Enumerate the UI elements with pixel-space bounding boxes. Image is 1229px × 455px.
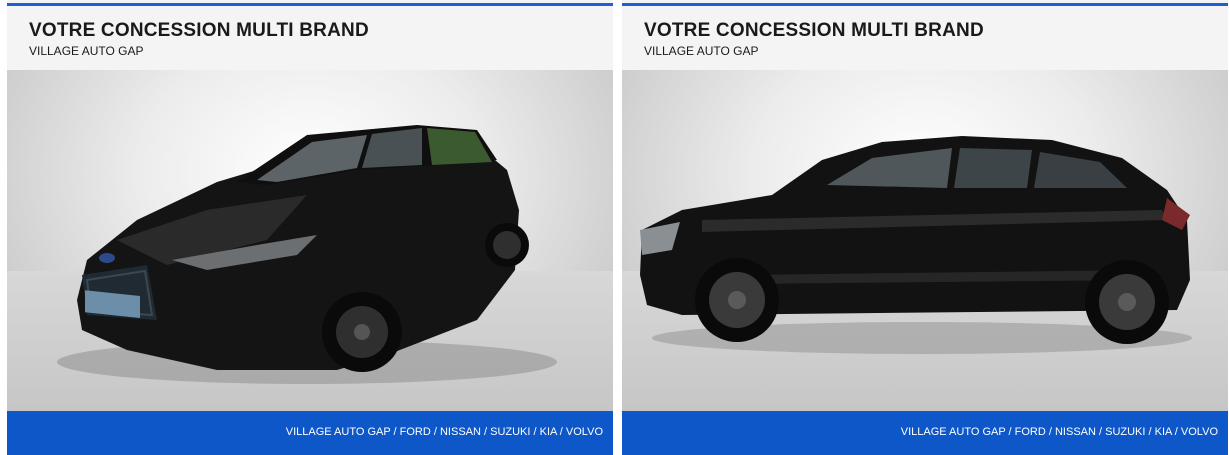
listing-card-left[interactable]: VOTRE CONCESSION MULTI BRAND VILLAGE AUT… (7, 0, 613, 455)
car-photo[interactable] (622, 70, 1228, 411)
car-side-view-icon (640, 136, 1192, 354)
car-front-three-quarter-icon (57, 125, 557, 384)
car-photo[interactable] (7, 70, 613, 411)
dealer-subtitle: VILLAGE AUTO GAP (644, 44, 759, 58)
dealer-brands-footer: VILLAGE AUTO GAP / FORD / NISSAN / SUZUK… (7, 411, 613, 455)
dealer-title: VOTRE CONCESSION MULTI BRAND (644, 20, 984, 41)
dealer-brands-footer: VILLAGE AUTO GAP / FORD / NISSAN / SUZUK… (622, 411, 1228, 455)
card-header: VOTRE CONCESSION MULTI BRAND VILLAGE AUT… (7, 6, 613, 70)
dealer-title: VOTRE CONCESSION MULTI BRAND (29, 20, 369, 41)
brands-list: VILLAGE AUTO GAP / FORD / NISSAN / SUZUK… (285, 426, 603, 438)
dealer-subtitle: VILLAGE AUTO GAP (29, 44, 144, 58)
card-header: VOTRE CONCESSION MULTI BRAND VILLAGE AUT… (622, 6, 1228, 70)
brands-list: VILLAGE AUTO GAP / FORD / NISSAN / SUZUK… (900, 426, 1218, 438)
listing-card-right[interactable]: VOTRE CONCESSION MULTI BRAND VILLAGE AUT… (622, 0, 1228, 455)
